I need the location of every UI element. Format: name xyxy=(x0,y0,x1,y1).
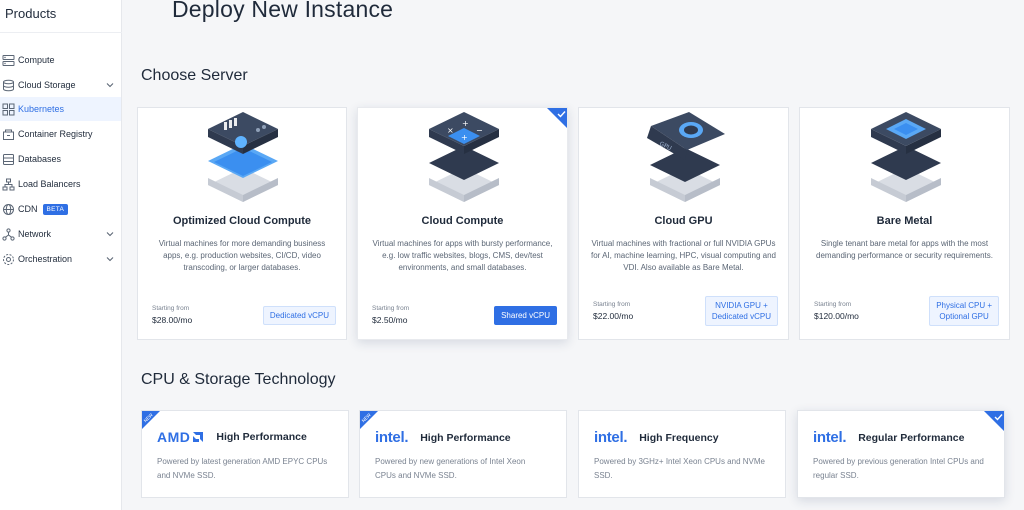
sidebar-item-label: Compute xyxy=(18,55,55,65)
tech-card-intel-high-frequency[interactable]: intel. High Frequency Powered by 3GHz+ I… xyxy=(578,410,786,498)
tech-card-amd-high-performance[interactable]: NEW AMD High Performance Powered by late… xyxy=(141,410,349,498)
tech-name: High Frequency xyxy=(639,431,719,444)
card-title: Cloud Compute xyxy=(421,215,504,227)
amd-arrow-icon xyxy=(193,432,204,442)
sidebar-item-label: Databases xyxy=(18,154,62,164)
price: $22.00/mo xyxy=(593,311,634,321)
starting-from-label: Starting from xyxy=(593,301,631,308)
load-balancer-icon xyxy=(1,177,15,191)
tech-card-intel-high-performance[interactable]: NEW intel. High Performance Powered by n… xyxy=(359,410,567,498)
optimized-compute-illustration xyxy=(208,112,278,202)
card-description: Single tenant bare metal for apps with t… xyxy=(816,239,993,260)
tech-description: Powered by 3GHz+ Intel Xeon CPUs and NVM… xyxy=(594,457,765,480)
sidebar-item-container-registry[interactable]: Container Registry xyxy=(0,122,121,146)
server-card-bare-metal[interactable]: Bare Metal Single tenant bare metal for … xyxy=(799,107,1010,340)
selected-check-icon xyxy=(984,411,1004,431)
cdn-icon xyxy=(1,202,15,216)
tech-description: Powered by previous generation Intel CPU… xyxy=(813,457,984,480)
tech-description: Powered by new generations of Intel Xeon… xyxy=(375,457,526,480)
page-title: Deploy New Instance xyxy=(172,0,394,22)
tag-line-1: Physical CPU + xyxy=(936,301,992,310)
sidebar-title: Products xyxy=(5,6,57,21)
sidebar-item-orchestration[interactable]: Orchestration xyxy=(0,247,121,271)
intel-logo: intel. xyxy=(594,429,628,446)
sidebar-item-load-balancers[interactable]: Load Balancers xyxy=(0,172,121,196)
svg-text:+: + xyxy=(461,133,468,142)
sidebar-item-compute[interactable]: Compute xyxy=(0,48,121,72)
vcpu-type-tag: Dedicated vCPU xyxy=(262,306,336,325)
intel-logo: intel. xyxy=(375,429,409,446)
svg-text:+: + xyxy=(462,119,469,128)
chevron-down-icon[interactable] xyxy=(105,254,115,264)
vcpu-type-tag: Physical CPU + Optional GPU xyxy=(929,296,999,326)
network-icon xyxy=(1,227,15,241)
intel-logo: intel. xyxy=(813,429,847,446)
tech-name: Regular Performance xyxy=(858,431,965,444)
card-description: Virtual machines with fractional or full… xyxy=(591,239,776,272)
sidebar-item-cdn[interactable]: CDN BETA xyxy=(0,197,121,221)
server-icon xyxy=(1,53,15,67)
cpu-storage-heading: CPU & Storage Technology xyxy=(141,371,336,388)
orchestration-icon xyxy=(1,252,15,266)
card-description: Virtual machines for more demanding busi… xyxy=(158,239,326,272)
card-title: Cloud GPU xyxy=(654,215,713,227)
tech-card-header: AMD High Performance xyxy=(157,429,307,445)
kubernetes-icon xyxy=(1,102,15,116)
sidebar-item-label: Orchestration xyxy=(18,254,73,264)
cloud-compute-illustration: + − × + xyxy=(429,112,499,202)
sidebar-item-kubernetes[interactable]: Kubernetes xyxy=(0,97,121,121)
tech-name: High Performance xyxy=(216,431,307,443)
sidebar-item-databases[interactable]: Databases xyxy=(0,147,121,171)
gpu-illustration: GPU xyxy=(647,112,725,202)
tech-card-intel-regular-performance[interactable]: intel. Regular Performance Powered by pr… xyxy=(797,410,1005,498)
svg-text:−: − xyxy=(476,126,483,135)
card-title: Optimized Cloud Compute xyxy=(172,215,312,227)
selected-check-icon xyxy=(547,108,567,128)
sidebar-divider xyxy=(0,32,122,33)
price: $28.00/mo xyxy=(152,315,193,325)
starting-from-label: Starting from xyxy=(372,305,410,312)
tech-card-header: intel. Regular Performance xyxy=(813,429,964,446)
beta-badge: BETA xyxy=(42,203,69,215)
tech-name: High Performance xyxy=(420,431,511,444)
tag-line-2: Dedicated vCPU xyxy=(711,312,771,321)
price: $2.50/mo xyxy=(372,315,408,325)
tech-description: Powered by latest generation AMD EPYC CP… xyxy=(157,457,328,480)
card-title: Bare Metal xyxy=(876,215,933,227)
tech-card-header: intel. High Performance xyxy=(375,429,511,446)
server-card-cloud-compute[interactable]: + − × + Cloud Compute Virtual machines f… xyxy=(357,107,568,340)
chevron-down-icon[interactable] xyxy=(105,80,115,90)
vcpu-type-tag: NVIDIA GPU + Dedicated vCPU xyxy=(704,296,778,326)
bare-metal-illustration xyxy=(871,112,941,202)
tech-card-header: intel. High Frequency xyxy=(594,429,719,446)
new-badge: NEW xyxy=(360,411,378,429)
server-card-cloud-gpu[interactable]: GPU Cloud GPU Virtual machines with frac… xyxy=(578,107,789,340)
sidebar-item-label: Cloud Storage xyxy=(18,80,76,90)
tag-line-1: NVIDIA GPU + xyxy=(715,301,768,310)
server-card-optimized-cloud-compute[interactable]: Optimized Cloud Compute Virtual machines… xyxy=(137,107,347,340)
products-sidebar: Products Compute Cloud Storage Kubernete… xyxy=(0,0,122,510)
sidebar-item-label: Container Registry xyxy=(18,129,93,139)
registry-icon xyxy=(1,127,15,141)
amd-logo: AMD xyxy=(157,429,204,445)
database-icon xyxy=(1,152,15,166)
sidebar-item-label: Kubernetes xyxy=(18,104,65,114)
chevron-down-icon[interactable] xyxy=(105,229,115,239)
starting-from-label: Starting from xyxy=(814,301,852,308)
sidebar-item-label: Network xyxy=(18,229,52,239)
sidebar-item-label: Load Balancers xyxy=(18,179,81,189)
storage-icon xyxy=(1,78,15,92)
new-badge: NEW xyxy=(142,411,160,429)
card-description: Virtual machines for apps with bursty pe… xyxy=(372,239,553,272)
choose-server-heading: Choose Server xyxy=(141,67,248,84)
vcpu-type-tag: Shared vCPU xyxy=(494,306,557,325)
svg-text:×: × xyxy=(447,126,454,135)
sidebar-item-network[interactable]: Network xyxy=(0,222,121,246)
sidebar-item-label: CDN xyxy=(18,204,38,214)
price: $120.00/mo xyxy=(814,311,859,321)
sidebar-item-cloud-storage[interactable]: Cloud Storage xyxy=(0,73,121,97)
tag-line-2: Optional GPU xyxy=(939,312,989,321)
amd-logo-text: AMD xyxy=(157,429,191,445)
starting-from-label: Starting from xyxy=(152,305,190,312)
